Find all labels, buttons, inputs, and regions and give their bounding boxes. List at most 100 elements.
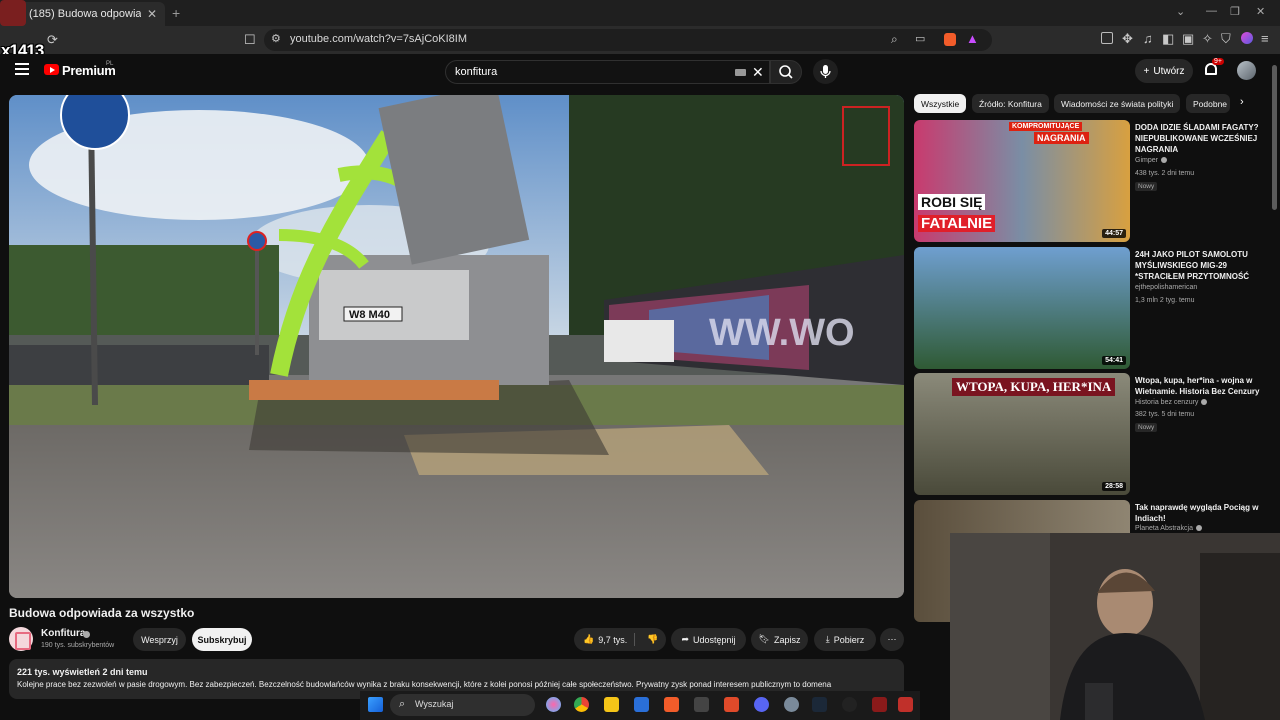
webcam-feed [950, 533, 1280, 720]
clear-search-icon[interactable]: ✕ [752, 64, 764, 81]
video-thumbnail[interactable]: WTOPA, KUPA, HER*INA 28:58 [914, 373, 1130, 495]
profile-icon[interactable] [1241, 32, 1253, 44]
brave-beta-icon[interactable] [724, 697, 739, 712]
recommendation-title[interactable]: 24H JAKO PILOT SAMOLOTU MYŚLIWSKIEGO MIG… [1135, 249, 1267, 282]
like-divider [634, 633, 635, 646]
extension-icon[interactable] [1101, 32, 1113, 44]
recommendation-channel[interactable]: Gimper [1135, 157, 1167, 164]
youtube-header: Premium PL konfitura ✕ + Utwórz 9+ [0, 54, 1280, 90]
copilot-icon[interactable] [546, 697, 561, 712]
recommendation-title[interactable]: Wtopa, kupa, her*ina - wojna w Wietnamie… [1135, 375, 1267, 397]
recommendation-title[interactable]: DODA IDZIE ŚLADAMI FAGATY? NIEPUBLIKOWAN… [1135, 122, 1267, 155]
sidebar-icon[interactable]: ◧ [1162, 31, 1174, 47]
dislike-button[interactable]: 👎 [640, 628, 666, 651]
scrollbar[interactable] [1272, 65, 1277, 210]
video-frame: W8 M40 WW.WO [9, 95, 904, 598]
site-settings-icon[interactable]: ⚙ [271, 32, 281, 45]
more-icon: ⋯ [887, 634, 897, 644]
bookmark-icon[interactable]: ☐ [244, 32, 256, 48]
share-label: Udostępnij [693, 634, 736, 645]
download-button[interactable]: ⤓ Pobierz [814, 628, 876, 651]
video-thumbnail[interactable]: KOMPROMITUJĄCE NAGRANIA ROBI SIĘ FATALNI… [914, 120, 1130, 242]
chip-politics[interactable]: Wiadomości ze świata polityki [1054, 94, 1181, 113]
voice-search-button[interactable] [813, 59, 838, 84]
recommendation-item[interactable]: WTOPA, KUPA, HER*INA 28:58 Wtopa, kupa, … [914, 373, 1269, 495]
verified-icon [83, 631, 90, 638]
chip-all[interactable]: Wszystkie [914, 94, 967, 113]
channel-name[interactable]: Konfitura [41, 628, 85, 639]
reload-icon[interactable]: ⟳ [47, 32, 58, 48]
close-window-icon[interactable]: ✕ [1256, 5, 1265, 18]
chevron-right-icon[interactable]: › [1240, 96, 1244, 108]
thumb-caption-3: ROBI SIĘ [918, 194, 986, 210]
game-icon[interactable] [872, 697, 887, 712]
tab-close-icon[interactable]: ✕ [147, 7, 157, 21]
scene-plate-text: W8 M40 [349, 309, 390, 321]
region-label: PL [106, 61, 114, 67]
recommendation-item[interactable]: KOMPROMITUJĄCE NAGRANIA ROBI SIĘ FATALNI… [914, 120, 1269, 242]
recommendation-channel[interactable]: Planeta Abstrakcja [1135, 525, 1202, 532]
youtube-logo-icon[interactable] [44, 64, 59, 75]
keyboard-icon[interactable] [735, 69, 746, 76]
zoom-icon[interactable]: ⌕ [891, 32, 898, 47]
more-actions-button[interactable]: ⋯ [880, 628, 904, 651]
view-stats: 221 tys. wyświetleń 2 dni temu [17, 667, 148, 677]
tab-search-icon[interactable]: ⌄ [1176, 5, 1185, 18]
download-icon: ⤓ [825, 634, 830, 644]
brave-icon[interactable] [664, 697, 679, 712]
steam-icon[interactable] [812, 697, 827, 712]
address-bar[interactable]: ⚙ youtube.com/watch?v=7sAjCoKI8IM ⌕ ▭ ▲ [264, 29, 992, 51]
recommendation-channel[interactable]: Historia bez cenzury [1135, 399, 1208, 406]
recommendation-item[interactable]: 54:41 24H JAKO PILOT SAMOLOTU MYŚLIWSKIE… [914, 247, 1269, 369]
cast-icon[interactable]: ▭ [915, 32, 925, 45]
browser-tab-strip: (185) Budowa odpowiada za ws ✕ + ⌄ — ❐ ✕ [0, 0, 1280, 26]
hamburger-menu-icon[interactable] [15, 63, 29, 75]
share-icon: ➦ [681, 634, 689, 644]
account-avatar[interactable] [1237, 61, 1256, 80]
new-badge: Nowy [1135, 182, 1158, 191]
music-icon[interactable]: ♫ [1143, 31, 1153, 46]
recommendation-channel[interactable]: ejthepolishamerican [1135, 284, 1197, 291]
channel-avatar[interactable] [9, 627, 33, 651]
plus-icon: + [1143, 65, 1150, 77]
video-thumbnail[interactable]: 54:41 [914, 247, 1130, 369]
puzzle-extensions-icon[interactable]: ✥ [1122, 31, 1133, 47]
taskbar-search[interactable]: ⌕ Wyszukaj [390, 694, 535, 716]
subscribe-button[interactable]: Subskrybuj [192, 628, 252, 651]
search-icon: ⌕ [399, 698, 406, 710]
video-player[interactable]: W8 M40 WW.WO [9, 95, 904, 598]
save-label: Zapisz [773, 634, 801, 645]
new-badge: Nowy [1135, 423, 1158, 432]
new-tab-icon[interactable]: + [172, 5, 180, 21]
chip-similar[interactable]: Podobne [1186, 94, 1230, 113]
minimize-icon[interactable]: — [1206, 5, 1217, 17]
wallet-icon[interactable]: ▣ [1182, 31, 1194, 47]
vpn-icon[interactable]: ⛉ [1221, 31, 1231, 47]
file-explorer-icon[interactable] [604, 697, 619, 712]
share-button[interactable]: ➦ Udostępnij [671, 628, 746, 651]
settings-icon[interactable] [784, 697, 799, 712]
url-text: youtube.com/watch?v=7sAjCoKI8IM [290, 33, 468, 45]
maximize-icon[interactable]: ❐ [1230, 5, 1240, 18]
video-duration: 28:58 [1102, 482, 1126, 491]
chip-source[interactable]: Źródło: Konfitura [972, 94, 1049, 113]
search-input[interactable]: konfitura ✕ [445, 60, 770, 84]
discord-icon[interactable] [754, 697, 769, 712]
create-button[interactable]: + Utwórz [1135, 59, 1193, 83]
support-button[interactable]: Wesprzyj [133, 628, 186, 651]
leo-icon[interactable]: ✧ [1202, 31, 1213, 47]
app-launcher-icon[interactable] [898, 697, 913, 712]
windows-start-icon[interactable] [368, 697, 383, 712]
app-icon[interactable] [694, 697, 709, 712]
save-button[interactable]: 🔖︎ Zapisz [751, 628, 808, 651]
store-icon[interactable] [634, 697, 649, 712]
obs-icon[interactable] [842, 697, 857, 712]
recommendation-title[interactable]: Tak naprawdę wygląda Pociąg w Indiach! [1135, 502, 1267, 524]
brave-rewards-icon[interactable]: ▲ [966, 31, 979, 46]
chrome-icon[interactable] [574, 697, 589, 712]
search-button[interactable] [770, 60, 802, 84]
video-duration: 44:57 [1102, 229, 1126, 238]
brave-shield-icon[interactable] [944, 33, 956, 46]
save-icon: 🔖︎ [758, 634, 770, 644]
browser-menu-icon[interactable]: ≡ [1261, 31, 1269, 46]
